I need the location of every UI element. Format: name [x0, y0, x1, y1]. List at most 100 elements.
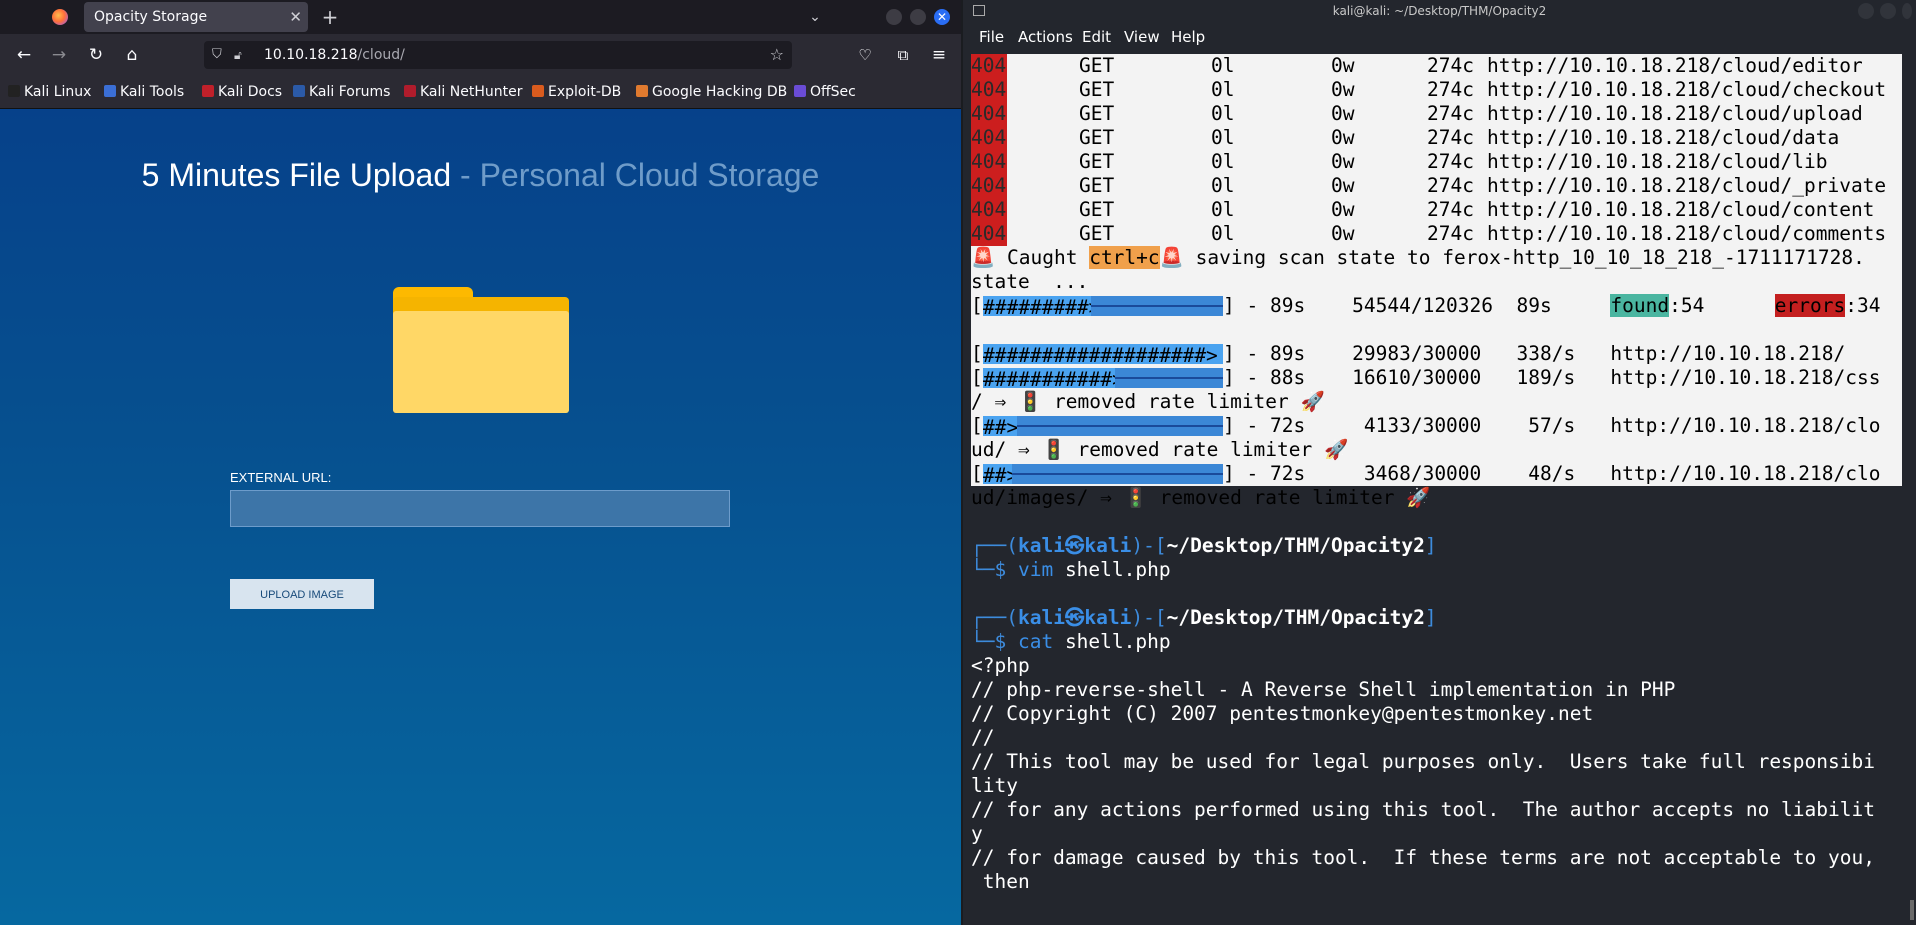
progress-stats: ] - 72s 3468/30000 48/s http://10.10.18.… [1223, 462, 1881, 485]
terminal-minimize-icon[interactable] [1858, 3, 1874, 19]
result-url[interactable]: http://10.10.18.218/cloud/_private [1487, 174, 1886, 198]
url-host: 10.10.18.218 [264, 47, 358, 63]
result-url[interactable]: http://10.10.18.218/cloud/comments [1487, 222, 1886, 246]
bookmark-google-hacking-db[interactable]: Google Hacking DB [636, 76, 787, 108]
bookmark-kali-linux[interactable]: Kali Linux [8, 76, 91, 108]
google-hacking-db-icon [636, 85, 648, 97]
line-count: 0l [1211, 78, 1235, 101]
file-line: // [971, 726, 995, 749]
bookmark-exploit-db[interactable]: Exploit-DB [532, 76, 621, 108]
progress-line-cont: / ⇒ 🚦 removed rate limiter 🚀 [971, 390, 1325, 413]
result-url[interactable]: http://10.10.18.218/cloud/editor [1487, 54, 1863, 78]
result-url[interactable]: http://10.10.18.218/cloud/lib [1487, 150, 1827, 174]
menu-view[interactable]: View [1124, 22, 1160, 52]
char-count: 274c [1427, 126, 1474, 149]
scan-result-row: 404 GET 0l 0w 274c http://10.10.18.218/cloud/… [971, 54, 1902, 78]
http-method: GET [1079, 174, 1115, 197]
page-title-subtitle: - Personal Cloud Storage [451, 157, 820, 193]
word-count: 0w [1331, 54, 1355, 77]
progress-stats: ] - 88s 16610/30000 189/s http://10.10.1… [1223, 366, 1881, 389]
bookmark-kali-tools[interactable]: Kali Tools [104, 76, 184, 108]
menu-help[interactable]: Help [1171, 22, 1205, 52]
window-close-icon[interactable]: ✕ [934, 9, 950, 25]
menu-icon[interactable]: ≡ [925, 34, 953, 76]
progress-bar-fill: ###################> [983, 344, 1223, 364]
status-code: 404 [971, 198, 1007, 222]
bookmark-label: Kali Forums [309, 84, 391, 100]
url-text[interactable]: 10.10.18.218/cloud/ [264, 41, 405, 69]
prompt-dollar: └─$ [971, 630, 1018, 653]
folder-front-shape [393, 311, 569, 413]
firefox-icon[interactable] [52, 9, 68, 25]
bookmark-kali-docs[interactable]: Kali Docs [202, 76, 282, 108]
forward-icon[interactable]: → [45, 34, 73, 76]
command-arg: shell.php [1053, 558, 1171, 581]
close-tab-icon[interactable]: ✕ [289, 2, 302, 32]
terminal-close-icon[interactable] [1902, 3, 1912, 19]
offsec-icon [794, 85, 806, 97]
result-url[interactable]: http://10.10.18.218/cloud/upload [1487, 102, 1863, 126]
line-count: 0l [1211, 126, 1235, 149]
bracket-open: [ [971, 414, 983, 437]
menu-actions[interactable]: Actions [1018, 22, 1073, 52]
word-count: 0w [1331, 102, 1355, 125]
caught-line-cont: state ... [971, 270, 1089, 293]
back-icon[interactable]: ← [10, 34, 38, 76]
line-count: 0l [1211, 198, 1235, 221]
char-count: 274c [1427, 78, 1474, 101]
terminal-output[interactable]: 404 GET 0l 0w 274c http://10.10.18.218/cloud/… [963, 52, 1916, 925]
result-url[interactable]: http://10.10.18.218/cloud/checkout [1487, 78, 1886, 102]
progress-bar-fill: ###########> [983, 368, 1115, 388]
found-label: found [1610, 294, 1670, 317]
bookmark-label: Google Hacking DB [652, 84, 788, 100]
scan-result-row: 404 GET 0l 0w 274c http://10.10.18.218/cloud/… [971, 78, 1902, 102]
shield-icon[interactable]: ⛉ [212, 41, 222, 69]
new-tab-icon[interactable]: + [318, 0, 342, 34]
extensions-icon[interactable]: ⧉ [889, 34, 917, 76]
external-url-input[interactable] [230, 490, 730, 527]
menu-edit[interactable]: Edit [1082, 22, 1111, 52]
terminal-menubar: File Actions Edit View Help [963, 22, 1916, 52]
prompt-user: kali㉿kali [1017, 534, 1132, 557]
home-icon[interactable]: ⌂ [118, 34, 146, 76]
status-code: 404 [971, 150, 1007, 174]
bookmark-kali-nethunter[interactable]: Kali NetHunter [404, 76, 522, 108]
result-url[interactable]: http://10.10.18.218/cloud/data [1487, 126, 1839, 150]
reload-icon[interactable]: ↻ [82, 34, 110, 76]
http-method: GET [1079, 150, 1115, 173]
kali-dragon-icon [8, 85, 20, 97]
file-line: y [971, 822, 983, 845]
insecure-lock-icon[interactable]: 🔓︎ [234, 41, 242, 69]
exploit-db-icon [532, 85, 544, 97]
terminal-maximize-icon[interactable] [1880, 3, 1896, 19]
scan-result-row: 404 GET 0l 0w 274c http://10.10.18.218/cloud/… [971, 150, 1902, 174]
maximize-icon[interactable] [910, 9, 926, 25]
pocket-icon[interactable]: ♡ [851, 34, 879, 76]
progress-bar-fill: ##> [983, 416, 1017, 436]
tab-list-chevron-icon[interactable]: ⌄ [803, 0, 827, 34]
bookmark-offsec[interactable]: OffSec [794, 76, 856, 108]
menu-file[interactable]: File [979, 22, 1004, 52]
word-count: 0w [1331, 222, 1355, 245]
word-count: 0w [1331, 198, 1355, 221]
progress-line: [###################>] - 89s 29983/30000… [971, 342, 1902, 366]
tab-opacity-storage[interactable]: Opacity Storage ✕ [84, 2, 308, 32]
http-method: GET [1079, 222, 1115, 245]
caught-text-post: saving scan state to ferox-http_10_10_18… [1183, 246, 1865, 269]
scan-result-row: 404 GET 0l 0w 274c http://10.10.18.218/cloud/… [971, 102, 1902, 126]
file-line: // This tool may be used for legal purpo… [971, 750, 1875, 773]
url-bar[interactable]: ⛉ 🔓︎ 10.10.18.218/cloud/ ☆ [204, 41, 792, 69]
feroxbuster-output: 404 GET 0l 0w 274c http://10.10.18.218/cloud/… [971, 54, 1902, 509]
upload-image-button[interactable]: UPLOAD IMAGE [230, 579, 374, 609]
bookmark-star-icon[interactable]: ☆ [770, 41, 784, 69]
external-url-label: EXTERNAL URL: [230, 470, 332, 485]
terminal-scrollbar[interactable] [1910, 900, 1914, 920]
prompt-frame: )-[ [1131, 606, 1167, 629]
errors-label: errors [1774, 294, 1846, 317]
bookmark-kali-forums[interactable]: Kali Forums [293, 76, 390, 108]
overall-stats-text: ] - 89s 54544/120326 89s [1223, 294, 1611, 317]
word-count: 0w [1331, 78, 1355, 101]
result-url[interactable]: http://10.10.18.218/cloud/content [1487, 198, 1874, 222]
minimize-icon[interactable] [886, 9, 902, 25]
file-line: <?php [971, 654, 1030, 677]
